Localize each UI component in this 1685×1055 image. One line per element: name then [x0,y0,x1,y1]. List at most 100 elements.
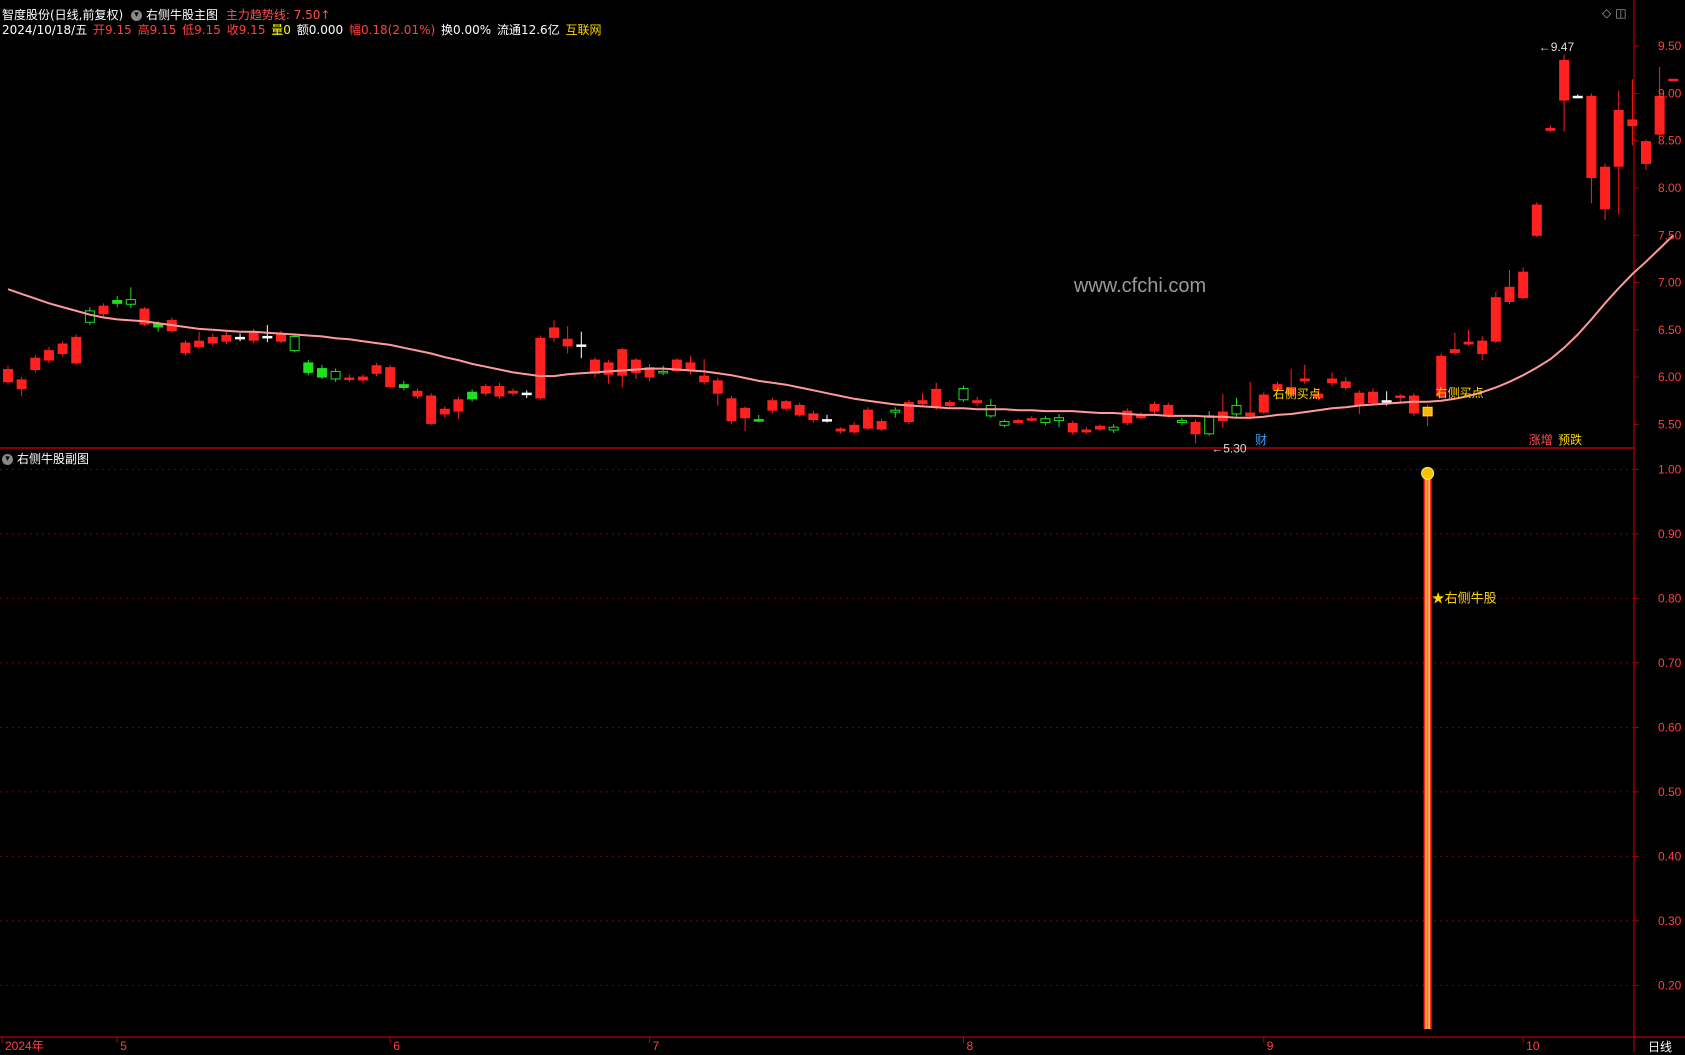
price-tick-label: 7.50 [1658,228,1682,242]
candle-body [1545,127,1556,131]
trend-line-path [7,234,1674,419]
price-tick-label: 7.00 [1658,276,1682,290]
quote-open: 开9.15 [93,23,132,37]
main-indicator-name[interactable]: 右侧牛股主图 [146,8,218,22]
candle-body [1095,425,1105,430]
quote-date: 2024/10/18/五 [2,23,88,37]
candle-body [1668,78,1679,82]
quote-volume: 量0 [271,23,291,37]
candle-body [1340,381,1351,388]
candle-body [303,362,314,373]
candle-body [1190,421,1201,435]
candle-body [1449,349,1460,354]
candle-body [508,390,519,394]
candle-body [562,338,573,347]
price-tick-label: 6.00 [1658,370,1682,384]
candle-body [1518,271,1529,299]
time-tick-label: 8 [967,1039,974,1052]
candle-body [1395,395,1406,398]
sub-tick-label: 0.40 [1658,849,1682,863]
candle-body [71,336,82,364]
price-tick-label: 5.50 [1658,417,1682,431]
price-tick-label: 8.50 [1658,134,1682,148]
candle-body [1463,341,1474,345]
window-toggle-icon[interactable]: ◫ [1615,6,1626,20]
finance-badge: 财 [1255,433,1267,447]
quote-amount: 额0.000 [296,23,344,37]
time-tick-label: 9 [1267,1039,1274,1052]
candle-body [767,400,778,411]
candle-body [1641,141,1651,164]
candle-body [1258,394,1269,413]
period-tab[interactable]: 日线 [1648,1038,1676,1055]
candle-body [1600,166,1611,210]
candle-body [371,365,382,374]
candle-body [480,386,491,394]
candle-body [1559,59,1570,101]
candle-body [1067,422,1078,433]
stock-title[interactable]: 智度股份(日线,前复权) [2,8,123,22]
candle-body [1531,204,1542,236]
sub-tick-label: 0.80 [1658,591,1682,605]
candle-body [521,392,532,396]
candle-body [3,369,13,383]
candle-body [1299,378,1310,382]
candle-body [781,401,792,409]
candle-body [808,413,819,421]
candle-body [1108,426,1119,431]
candle-body [494,386,505,397]
candle-body [467,391,478,400]
candle-body [125,299,136,305]
sub-tick-label: 0.20 [1658,978,1682,992]
candle-body [112,300,123,304]
sub-tick-label: 0.30 [1658,914,1682,928]
diamond-icon[interactable]: ◇ [1602,6,1611,20]
candle-body [1354,392,1365,406]
candle-body [1408,395,1419,414]
price-tick-label: 9.00 [1658,86,1682,100]
candle-body [398,384,409,388]
concept-link[interactable]: 互联网 [566,23,602,37]
candle-body [699,375,710,383]
chevron-down-icon[interactable]: ▾ [131,10,143,21]
candle-body [658,370,669,374]
candle-body [57,343,68,354]
fall-badge: 预跌 [1558,432,1582,447]
candle-body [180,342,191,354]
candle-body [316,368,327,378]
signal-bar-stripe [1426,469,1429,1029]
sub-indicator-name[interactable]: 右侧牛股副图 [17,452,89,466]
candle-body [1613,109,1624,167]
buy-point-label: 右侧买点 [1436,385,1484,400]
sub-tick-label: 1.00 [1658,462,1682,476]
buy-point-label: 右侧买点 [1273,386,1321,401]
candle-body [1327,378,1338,384]
candle-body [1490,297,1501,342]
sub-tick-label: 0.90 [1658,527,1682,541]
sub-tick-label: 0.70 [1658,656,1682,670]
time-tick-label: 2024年 [5,1039,44,1052]
candle-body [344,377,355,381]
candle-body [207,336,218,344]
candle-body [412,390,423,397]
quote-low: 低9.15 [182,23,221,37]
candle-body [1013,420,1024,423]
low-price-label: ←5.30 [1211,441,1247,455]
chevron-down-icon[interactable]: ▾ [2,454,13,465]
candle-body [1040,418,1051,423]
price-tick-label: 9.50 [1658,39,1682,53]
candle-body [835,428,846,432]
sub-tick-label: 0.50 [1658,785,1682,799]
quote-turnover: 换0.00% [441,23,492,37]
signal-bar-stripe [1423,469,1426,1029]
candle-body [944,402,955,406]
candle-body [794,404,805,416]
signal-bar-stripe [1430,469,1432,1029]
candle-body [330,370,341,380]
stock-chart[interactable]: www.cfchi.com ←5.30 ←9.47 右侧买点 右侧买点财 涨增 预跌 ★右… [0,0,1685,1052]
candle-body [1586,95,1597,179]
chart-frame [0,0,1685,1052]
candle-body [235,336,246,340]
candle-body [1054,417,1065,422]
candle-body [1149,404,1160,412]
